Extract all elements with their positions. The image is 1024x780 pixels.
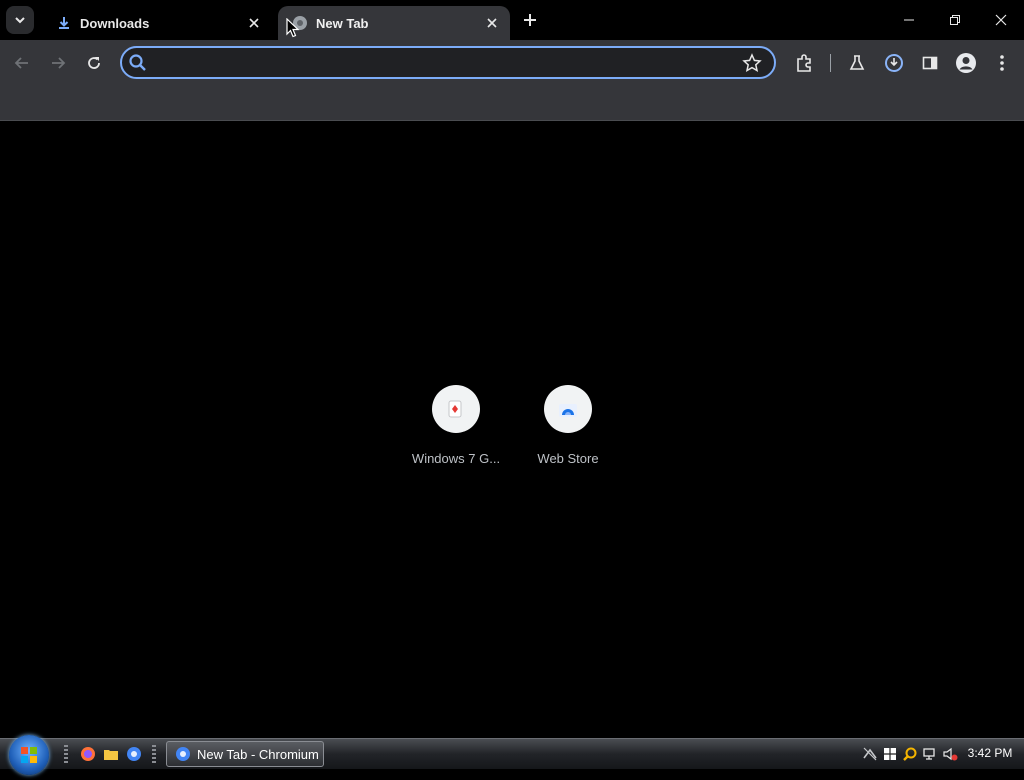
- reload-button[interactable]: [82, 51, 106, 75]
- chromium-icon: [176, 747, 190, 761]
- reload-icon: [88, 57, 100, 69]
- security-shield-icon[interactable]: [882, 746, 898, 762]
- taskbar-window-button[interactable]: New Tab - Chromium: [166, 741, 324, 767]
- minimize-icon: [904, 19, 914, 21]
- side-panel-button[interactable]: [918, 51, 942, 75]
- menu-button[interactable]: [990, 51, 1014, 75]
- menu-icon: [1000, 55, 1004, 71]
- taskbar-grip: [64, 745, 68, 765]
- download-icon: [56, 15, 72, 31]
- search-icon: [129, 54, 146, 71]
- tab-search-button[interactable]: [6, 6, 34, 34]
- close-icon: [249, 18, 259, 28]
- bookmark-bar: [0, 86, 1024, 121]
- update-button[interactable]: [882, 51, 906, 75]
- labs-icon: [849, 55, 865, 70]
- profile-button[interactable]: [954, 51, 978, 75]
- tab-title: New Tab: [316, 15, 369, 31]
- hidden-icons-icon[interactable]: [862, 746, 878, 762]
- minimize-button[interactable]: [886, 0, 932, 40]
- shortcut-tile[interactable]: Web Store: [512, 385, 624, 475]
- shortcut-tile[interactable]: Windows 7 G...: [400, 385, 512, 475]
- chromium-icon[interactable]: [126, 746, 142, 762]
- forward-button[interactable]: [46, 51, 70, 75]
- toolbar: [0, 40, 1024, 86]
- magnifier-icon[interactable]: [902, 746, 918, 762]
- restore-icon: [950, 15, 960, 25]
- clock[interactable]: 3:42 PM: [962, 746, 1018, 760]
- shortcut-label: Web Store: [537, 451, 599, 466]
- tab-title: Downloads: [80, 15, 150, 31]
- back-icon: [14, 57, 28, 69]
- close-tab-button[interactable]: [484, 15, 500, 31]
- omnibox-input[interactable]: [154, 52, 738, 76]
- side-panel-icon: [922, 56, 938, 70]
- forward-icon: [52, 57, 66, 69]
- shortcut-icon-circle: [544, 385, 592, 433]
- shortcut-icon-circle: [432, 385, 480, 433]
- tab-strip: Downloads New Tab: [0, 0, 1024, 40]
- start-button[interactable]: [9, 735, 49, 775]
- labs-button[interactable]: [845, 51, 869, 75]
- new-tab-page: Windows 7 G... Web Store: [0, 121, 1024, 738]
- extensions-icon: [797, 54, 811, 72]
- close-icon: [995, 14, 1007, 26]
- shortcut-label: Windows 7 G...: [411, 451, 501, 466]
- extensions-button[interactable]: [792, 51, 816, 75]
- omnibox[interactable]: [120, 46, 776, 79]
- volume-muted-icon[interactable]: [942, 746, 958, 762]
- update-icon: [885, 54, 903, 72]
- windows-logo-icon: [21, 747, 37, 763]
- profile-icon: [956, 53, 976, 73]
- restore-button[interactable]: [932, 0, 978, 40]
- mouse-cursor-icon: [286, 18, 300, 38]
- toolbar-separator: [830, 54, 831, 72]
- taskbar: New Tab - Chromium 3:42 PM: [0, 735, 1024, 775]
- close-icon: [487, 18, 497, 28]
- star-icon[interactable]: [742, 53, 762, 73]
- tab-downloads[interactable]: Downloads: [42, 6, 272, 40]
- back-button[interactable]: [10, 51, 34, 75]
- chevron-down-icon: [15, 17, 25, 24]
- taskbar-window-label: New Tab - Chromium: [197, 746, 319, 762]
- network-icon[interactable]: [922, 746, 938, 762]
- firefox-icon[interactable]: [80, 746, 96, 762]
- solitaire-icon: [448, 400, 462, 418]
- folder-icon[interactable]: [103, 746, 119, 762]
- new-tab-button[interactable]: [520, 10, 540, 30]
- web-store-icon: [559, 404, 577, 417]
- tab-new-tab[interactable]: New Tab: [278, 6, 510, 40]
- close-window-button[interactable]: [978, 0, 1024, 40]
- taskbar-grip: [152, 745, 156, 765]
- new-tab-icon: [524, 14, 536, 26]
- close-tab-button[interactable]: [246, 15, 262, 31]
